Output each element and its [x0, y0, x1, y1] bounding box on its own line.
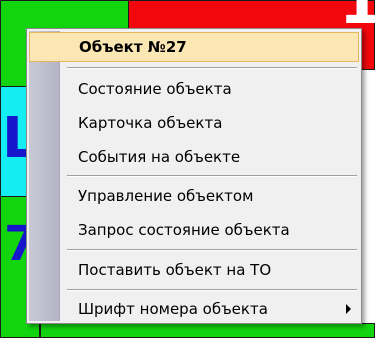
menu-separator [67, 249, 357, 251]
menu-item-number-font[interactable]: Шрифт номера объекта [29, 294, 359, 324]
menu-item-label: Поставить объект на ТО [78, 261, 272, 279]
zone-tile-green[interactable] [40, 323, 375, 338]
menu-separator [67, 175, 357, 177]
chevron-right-icon [346, 304, 351, 314]
menu-item-label: Шрифт номера объекта [78, 300, 268, 318]
menu-item-object-control[interactable]: Управление объектом [29, 181, 359, 211]
context-menu: Объект №27 Состояние объекта Карточка об… [26, 28, 362, 324]
menu-item-label: Запрос состояние объекта [78, 221, 290, 239]
menu-item-label: События на объекте [78, 148, 241, 166]
menu-separator [67, 67, 357, 69]
menu-item-label: Карточка объекта [78, 114, 223, 132]
menu-header-object[interactable]: Объект №27 [29, 32, 359, 62]
menu-item-request-state[interactable]: Запрос состояние объекта [29, 215, 359, 245]
menu-item-set-maintenance[interactable]: Поставить объект на ТО [29, 255, 359, 285]
menu-item-object-state[interactable]: Состояние объекта [29, 74, 359, 104]
menu-separator [67, 289, 357, 291]
menu-header-label: Объект №27 [79, 38, 187, 56]
menu-item-object-card[interactable]: Карточка объекта [29, 108, 359, 138]
menu-item-object-events[interactable]: События на объекте [29, 142, 359, 172]
menu-item-label: Состояние объекта [78, 80, 232, 98]
menu-item-label: Управление объектом [78, 187, 254, 205]
